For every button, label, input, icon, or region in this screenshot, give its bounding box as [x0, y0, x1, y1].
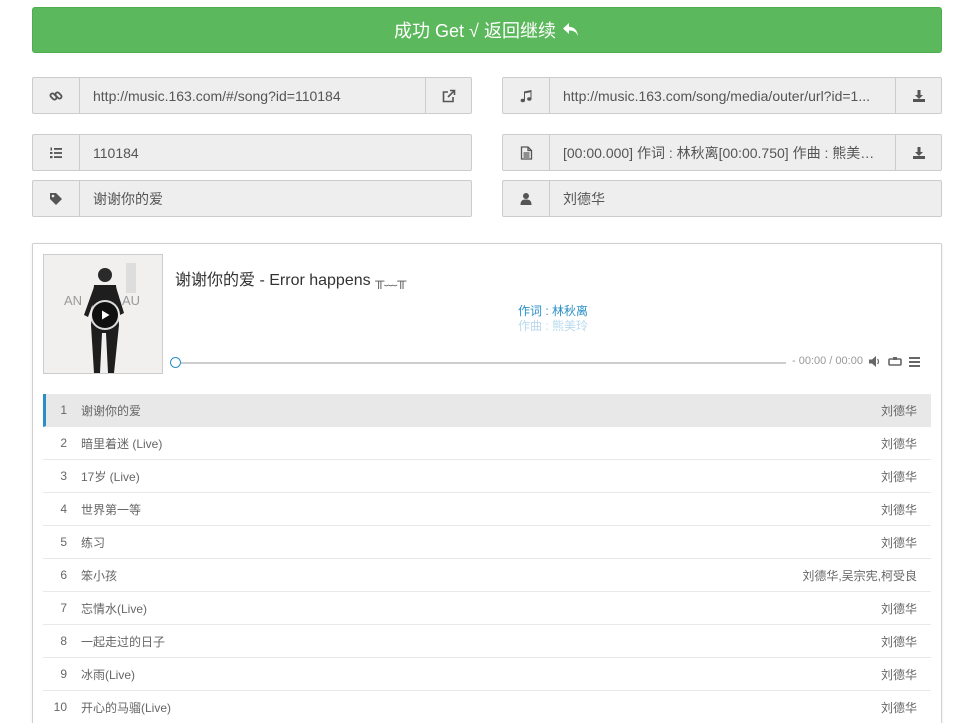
playlist-row[interactable]: 3 17岁 (Live) 刘德华 [43, 460, 931, 493]
lyric-line-next: 作曲 : 熊美玲 [517, 319, 588, 333]
playlist-row[interactable]: 1 谢谢你的爱 刘德华 [43, 394, 931, 427]
track-number: 5 [60, 535, 67, 549]
ordered-list-icon [33, 135, 80, 170]
svg-text:AU: AU [122, 293, 140, 308]
song-name-field: 谢谢你的爱 [32, 180, 472, 217]
lyric-field: [00:00.000] 作词 : 林秋离[00:00.750] 作曲 : 熊美玲… [502, 134, 942, 171]
playlist-row[interactable]: 7 忘情水(Live) 刘德华 [43, 592, 931, 625]
playlist-row[interactable]: 4 世界第一等 刘德华 [43, 493, 931, 526]
progress-bar[interactable] [181, 362, 786, 364]
media-url-value[interactable]: http://music.163.com/song/media/outer/ur… [563, 88, 870, 104]
play-icon [102, 310, 110, 320]
music-player: AN AU 谢谢你的爱 - Error happens ╥﹏╥ 作词 : 林秋离… [32, 243, 942, 723]
track-artist: 刘德华 [880, 502, 917, 517]
play-button[interactable] [90, 300, 120, 330]
playlist-row[interactable]: 8 一起走过的日子 刘德华 [43, 625, 931, 658]
track-name: 17岁 (Live) [81, 469, 140, 484]
album-cover[interactable]: AN AU [43, 254, 163, 374]
user-icon [503, 181, 550, 216]
track-name: 世界第一等 [81, 502, 142, 517]
player-controls [869, 354, 920, 372]
track-artist: 刘德华 [880, 634, 917, 649]
banner-text: 成功 Get √ 返回继续 [394, 21, 556, 41]
open-external-button[interactable] [425, 78, 471, 113]
external-link-icon [442, 89, 455, 102]
download-icon [912, 89, 925, 102]
lyric-line-current: 作词 : 林秋离 [517, 304, 588, 318]
download-lyric-button[interactable] [895, 135, 941, 170]
track-artist: 刘德华,吴宗宪,柯受良 [802, 568, 917, 583]
player-song-title: 谢谢你的爱 - Error happens ╥﹏╥ [175, 266, 407, 290]
track-name: 练习 [81, 535, 106, 550]
track-number: 6 [60, 568, 67, 582]
file-text-icon [503, 135, 550, 170]
track-name: 冰雨(Live) [81, 667, 136, 682]
track-name: 笨小孩 [81, 568, 118, 583]
playlist-row[interactable]: 9 冰雨(Live) 刘德华 [43, 658, 931, 691]
download-icon [912, 146, 925, 159]
track-artist: 刘德华 [880, 700, 917, 715]
page-url-field: http://music.163.com/#/song?id=110184 [32, 77, 472, 114]
music-note-icon [503, 78, 550, 113]
track-name: 一起走过的日子 [81, 634, 166, 649]
track-name: 谢谢你的爱 [81, 403, 142, 418]
track-number: 1 [60, 403, 67, 417]
reply-icon [562, 22, 580, 38]
artist-field: 刘德华 [502, 180, 942, 217]
track-name: 开心的马骝(Live) [81, 700, 172, 715]
success-return-button[interactable]: 成功 Get √ 返回继续 [32, 7, 942, 53]
player-title-name: 谢谢你的爱 [175, 272, 256, 289]
media-url-field: http://music.163.com/song/media/outer/ur… [502, 77, 942, 114]
track-number: 9 [60, 667, 67, 681]
player-title-error: - Error happens [255, 272, 376, 289]
track-artist: 刘德华 [880, 535, 917, 550]
lyrics-display: 作词 : 林秋离 作曲 : 熊美玲 [175, 304, 931, 334]
track-artist: 刘德华 [880, 403, 917, 418]
menu-icon[interactable] [909, 354, 920, 372]
song-id-value[interactable]: 110184 [93, 145, 139, 161]
track-artist: 刘德华 [880, 601, 917, 616]
track-name: 忘情水(Live) [81, 601, 148, 616]
track-number: 10 [53, 700, 67, 714]
link-icon [33, 78, 80, 113]
loop-icon[interactable] [888, 354, 902, 372]
lyric-value[interactable]: [00:00.000] 作词 : 林秋离[00:00.750] 作曲 : 熊美玲… [563, 143, 882, 163]
playlist-row[interactable]: 5 练习 刘德华 [43, 526, 931, 559]
track-artist: 刘德华 [880, 469, 917, 484]
page-url-value[interactable]: http://music.163.com/#/song?id=110184 [93, 88, 341, 104]
song-id-field: 110184 [32, 134, 472, 171]
track-artist: 刘德华 [880, 667, 917, 682]
track-number: 7 [60, 601, 67, 615]
time-display: - 00:00 / 00:00 [792, 355, 863, 367]
tag-icon [33, 181, 80, 216]
playlist-row[interactable]: 2 暗里着迷 (Live) 刘德华 [43, 427, 931, 460]
progress-handle[interactable] [170, 357, 181, 368]
volume-icon[interactable] [869, 354, 881, 372]
playlist: 1 谢谢你的爱 刘德华 2 暗里着迷 (Live) 刘德华 3 17岁 (Live) 刘德华… [43, 394, 931, 723]
playlist-row[interactable]: 6 笨小孩 刘德华,吴宗宪,柯受良 [43, 559, 931, 592]
track-number: 8 [60, 634, 67, 648]
track-artist: 刘德华 [880, 436, 917, 451]
track-number: 4 [60, 502, 67, 516]
download-audio-button[interactable] [895, 78, 941, 113]
player-emoticon: ╥﹏╥ [375, 273, 407, 288]
svg-text:AN: AN [64, 293, 82, 308]
song-name-value[interactable]: 谢谢你的爱 [93, 189, 163, 209]
artist-value[interactable]: 刘德华 [563, 189, 605, 209]
playlist-row[interactable]: 10 开心的马骝(Live) 刘德华 [43, 691, 931, 723]
track-number: 2 [60, 436, 67, 450]
track-name: 暗里着迷 (Live) [81, 436, 163, 451]
track-number: 3 [60, 469, 67, 483]
